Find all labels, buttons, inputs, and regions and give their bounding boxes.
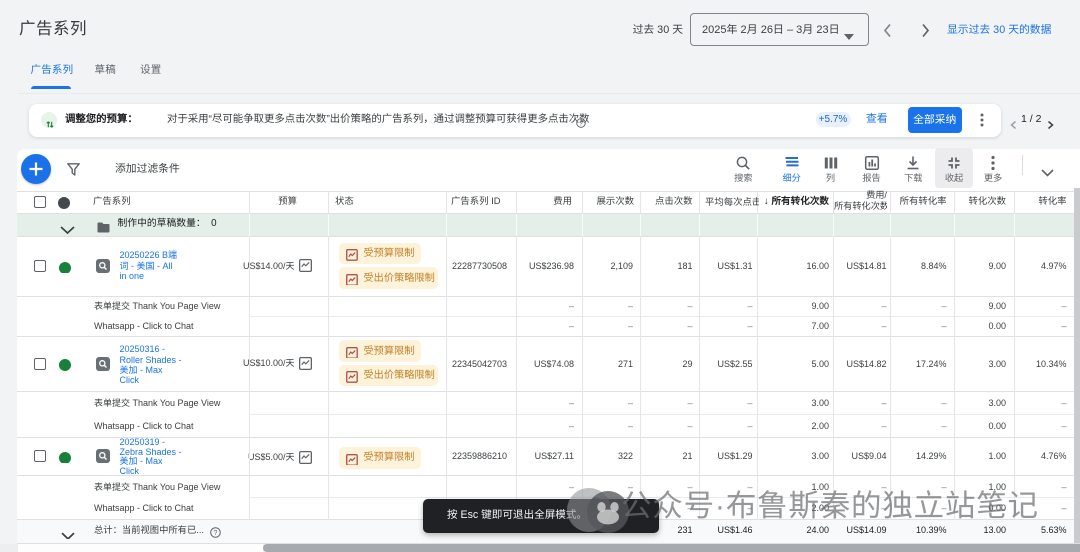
svg-text:?: ?: [213, 530, 217, 537]
svg-text:?: ?: [579, 120, 583, 127]
